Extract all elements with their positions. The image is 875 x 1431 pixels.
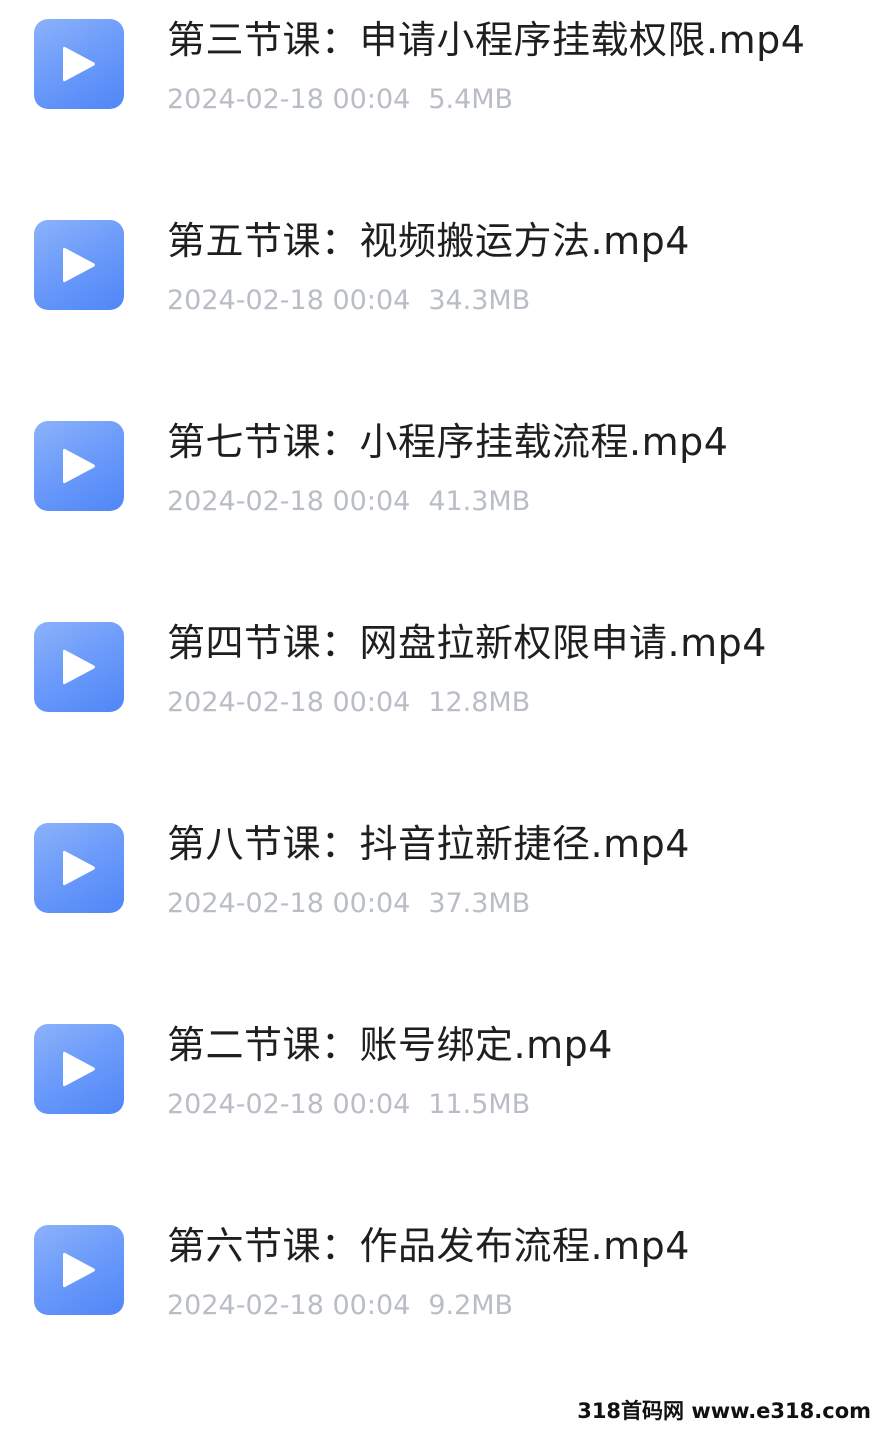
file-size: 12.8MB — [428, 687, 531, 718]
file-meta: 2024-02-18 00:04 37.3MB — [167, 886, 530, 922]
file-date: 2024-02-18 00:04 — [167, 285, 411, 316]
file-size: 41.3MB — [428, 486, 531, 517]
file-name: 第四节课：网盘拉新权限申请.mp4 — [167, 621, 767, 665]
file-date: 2024-02-18 00:04 — [167, 687, 411, 718]
file-list-item[interactable]: 第六节课：作品发布流程.mp4 2024-02-18 00:04 9.2MB — [0, 1222, 875, 1372]
file-date: 2024-02-18 00:04 — [167, 1290, 411, 1321]
file-meta: 2024-02-18 00:04 34.3MB — [167, 283, 530, 319]
watermark: 318首码网 www.e318.com — [577, 1399, 871, 1423]
file-date: 2024-02-18 00:04 — [167, 888, 411, 919]
play-icon — [63, 850, 95, 886]
file-list-item[interactable]: 第三节课：申请小程序挂载权限.mp4 2024-02-18 00:04 5.4MB — [0, 16, 875, 166]
file-date: 2024-02-18 00:04 — [167, 486, 411, 517]
file-date: 2024-02-18 00:04 — [167, 1089, 411, 1120]
file-meta: 2024-02-18 00:04 5.4MB — [167, 82, 513, 118]
video-thumbnail[interactable] — [34, 19, 124, 109]
file-meta: 2024-02-18 00:04 41.3MB — [167, 484, 530, 520]
video-thumbnail[interactable] — [34, 1024, 124, 1114]
video-thumbnail[interactable] — [34, 220, 124, 310]
file-name: 第二节课：账号绑定.mp4 — [167, 1023, 613, 1067]
file-list-item[interactable]: 第七节课：小程序挂载流程.mp4 2024-02-18 00:04 41.3MB — [0, 418, 875, 568]
file-name: 第八节课：抖音拉新捷径.mp4 — [167, 822, 690, 866]
file-list-item[interactable]: 第二节课：账号绑定.mp4 2024-02-18 00:04 11.5MB — [0, 1021, 875, 1171]
file-list-item[interactable]: 第八节课：抖音拉新捷径.mp4 2024-02-18 00:04 37.3MB — [0, 820, 875, 970]
file-date: 2024-02-18 00:04 — [167, 84, 411, 115]
file-list-item[interactable]: 第五节课：视频搬运方法.mp4 2024-02-18 00:04 34.3MB — [0, 217, 875, 367]
file-name: 第三节课：申请小程序挂载权限.mp4 — [167, 18, 806, 62]
file-meta: 2024-02-18 00:04 12.8MB — [167, 685, 530, 721]
play-icon — [63, 46, 95, 82]
file-size: 5.4MB — [428, 84, 514, 115]
video-thumbnail[interactable] — [34, 622, 124, 712]
file-name: 第七节课：小程序挂载流程.mp4 — [167, 420, 729, 464]
video-thumbnail[interactable] — [34, 823, 124, 913]
video-thumbnail[interactable] — [34, 421, 124, 511]
file-meta: 2024-02-18 00:04 11.5MB — [167, 1087, 530, 1123]
file-size: 11.5MB — [428, 1089, 531, 1120]
file-name: 第五节课：视频搬运方法.mp4 — [167, 219, 690, 263]
video-thumbnail[interactable] — [34, 1225, 124, 1315]
file-list-item[interactable]: 第四节课：网盘拉新权限申请.mp4 2024-02-18 00:04 12.8MB — [0, 619, 875, 769]
play-icon — [63, 247, 95, 283]
file-size: 9.2MB — [428, 1290, 514, 1321]
play-icon — [63, 1252, 95, 1288]
file-name: 第六节课：作品发布流程.mp4 — [167, 1224, 690, 1268]
play-icon — [63, 1051, 95, 1087]
play-icon — [63, 448, 95, 484]
file-meta: 2024-02-18 00:04 9.2MB — [167, 1288, 513, 1324]
file-size: 37.3MB — [428, 888, 531, 919]
play-icon — [63, 649, 95, 685]
file-size: 34.3MB — [428, 285, 531, 316]
